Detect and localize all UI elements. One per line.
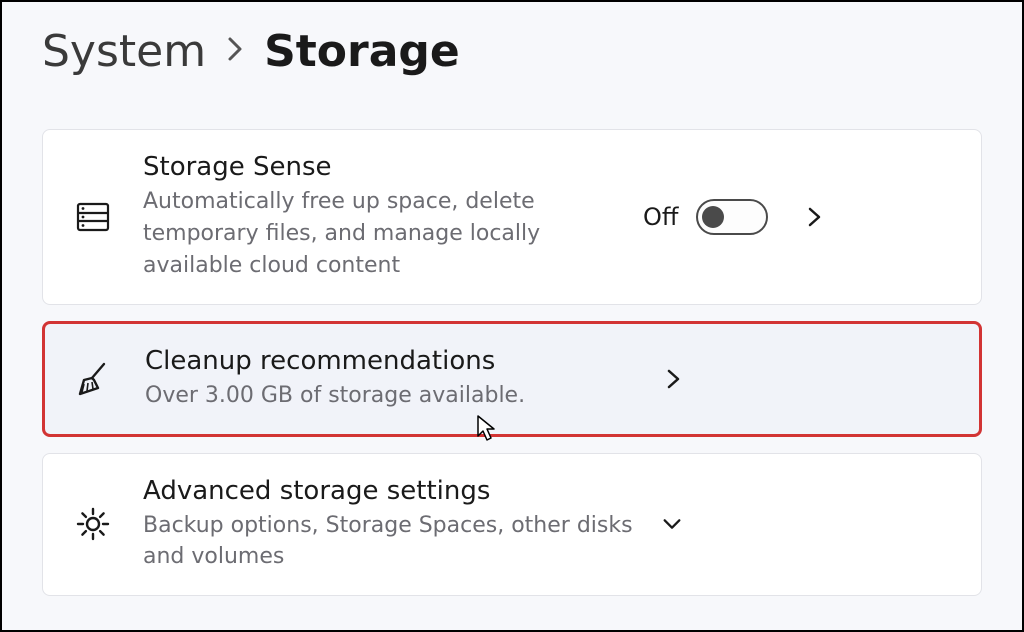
chevron-right-icon[interactable] [663, 368, 685, 390]
advanced-description: Backup options, Storage Spaces, other di… [143, 510, 643, 574]
storage-sense-description: Automatically free up space, delete temp… [143, 186, 643, 282]
cleanup-description: Over 3.00 GB of storage available. [145, 380, 645, 412]
storage-icon [71, 195, 115, 239]
storage-sense-title: Storage Sense [143, 152, 643, 182]
page-title: Storage [264, 26, 460, 77]
advanced-title: Advanced storage settings [143, 476, 643, 506]
chevron-right-icon[interactable] [804, 206, 826, 228]
toggle-knob [702, 206, 724, 228]
breadcrumb: System Storage [2, 2, 1022, 93]
chevron-right-icon [226, 32, 244, 72]
storage-sense-card[interactable]: Storage Sense Automatically free up spac… [42, 129, 982, 305]
cleanup-title: Cleanup recommendations [145, 346, 645, 376]
broom-icon [73, 357, 117, 401]
toggle-state-label: Off [643, 203, 678, 231]
storage-sense-toggle[interactable] [696, 199, 768, 235]
breadcrumb-parent[interactable]: System [42, 26, 206, 77]
gear-icon [71, 502, 115, 546]
cleanup-recommendations-card[interactable]: Cleanup recommendations Over 3.00 GB of … [42, 321, 982, 437]
advanced-storage-card[interactable]: Advanced storage settings Backup options… [42, 453, 982, 597]
chevron-down-icon[interactable] [661, 513, 683, 535]
